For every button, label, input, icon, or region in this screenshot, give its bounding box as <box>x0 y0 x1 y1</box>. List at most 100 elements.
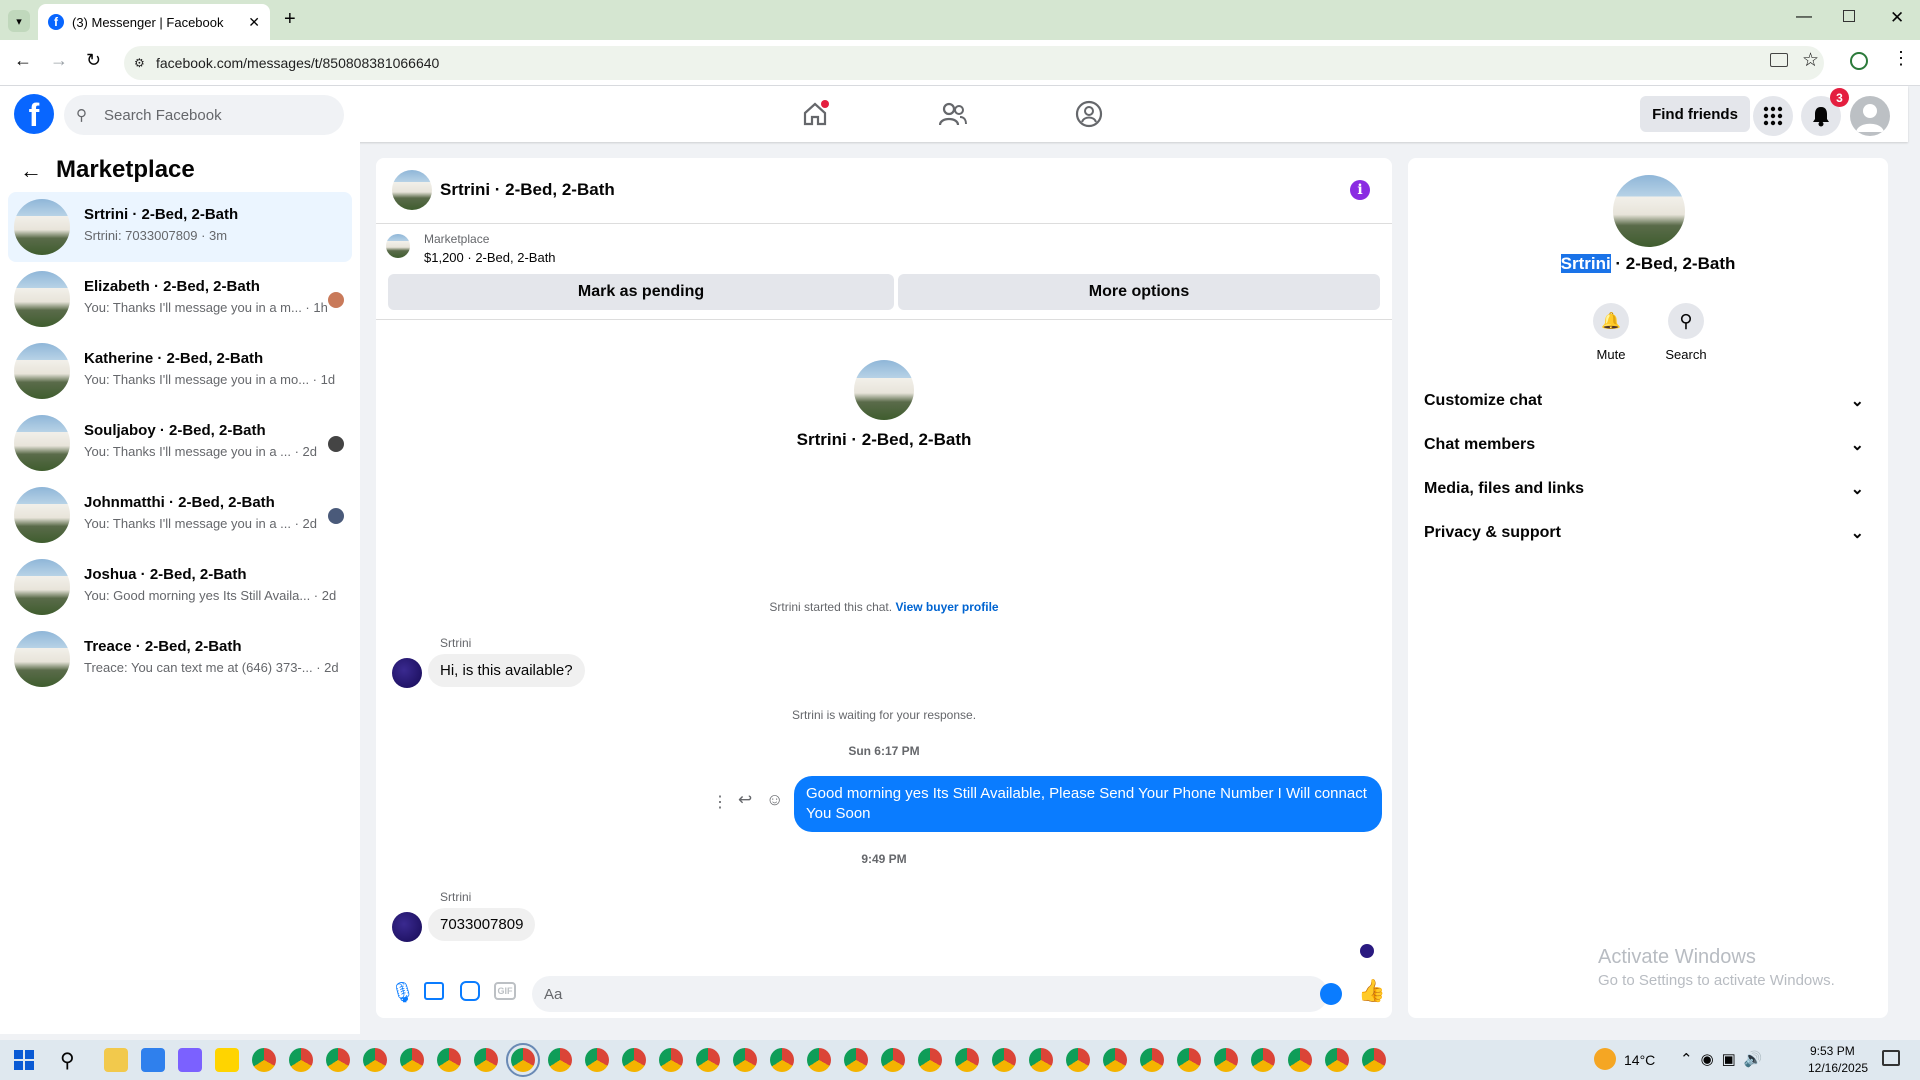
incoming-message[interactable]: Hi, is this available? <box>428 654 585 687</box>
chrome-taskbar-icon[interactable] <box>1177 1048 1201 1072</box>
chrome-taskbar-icon[interactable] <box>506 1043 540 1077</box>
chrome-taskbar-icon[interactable] <box>1029 1048 1053 1072</box>
bookmark-star-icon[interactable]: ☆ <box>1802 49 1819 72</box>
chrome-taskbar-icon[interactable] <box>1288 1048 1312 1072</box>
chrome-taskbar-icon[interactable] <box>1362 1048 1386 1072</box>
chrome-taskbar-icon[interactable] <box>585 1048 609 1072</box>
listing-detail[interactable]: $1,200 · 2-Bed, 2-Bath <box>424 250 556 265</box>
chrome-taskbar-icon[interactable] <box>844 1048 868 1072</box>
tab-close-icon[interactable]: ✕ <box>248 14 260 31</box>
conversation-avatar[interactable] <box>392 170 432 210</box>
sticker-icon[interactable] <box>460 981 480 1001</box>
browser-menu-icon[interactable]: ⋮ <box>1892 48 1910 69</box>
chat-list-item[interactable]: Katherine · 2-Bed, 2-Bath You: Thanks I'l… <box>8 336 352 406</box>
chrome-taskbar-icon[interactable] <box>992 1048 1016 1072</box>
url-field[interactable]: ⚙ facebook.com/messages/t/85080838106664… <box>124 46 1824 80</box>
chrome-taskbar-icon[interactable] <box>437 1048 461 1072</box>
site-info-icon[interactable]: ⚙ <box>134 56 145 70</box>
customize-chat-section[interactable]: Customize chat ⌄ <box>1424 386 1864 416</box>
taskbar-app-icon[interactable] <box>104 1048 128 1072</box>
chat-list-item[interactable]: Srtrini · 2-Bed, 2-Bath Srtrini: 70330078… <box>8 192 352 262</box>
profile-icon[interactable] <box>1850 52 1868 70</box>
gif-icon[interactable]: GIF <box>494 982 516 1000</box>
browser-tab-active[interactable]: f (3) Messenger | Facebook ✕ <box>38 4 270 40</box>
menu-grid-icon[interactable] <box>1753 96 1793 136</box>
mark-as-pending-button[interactable]: Mark as pending <box>388 274 894 310</box>
windows-start-icon[interactable] <box>14 1050 34 1070</box>
back-arrow-icon[interactable]: ← <box>20 158 42 184</box>
clock-date[interactable]: 12/16/2025 <box>1808 1061 1868 1075</box>
chat-list-item[interactable]: Joshua · 2-Bed, 2-Bath You: Good morning … <box>8 552 352 622</box>
more-message-actions-icon[interactable]: ⋮ <box>712 792 728 812</box>
find-friends-button[interactable]: Find friends <box>1640 96 1750 132</box>
chrome-taskbar-icon[interactable] <box>733 1048 757 1072</box>
chrome-taskbar-icon[interactable] <box>770 1048 794 1072</box>
chrome-taskbar-icon[interactable] <box>1103 1048 1127 1072</box>
chrome-taskbar-icon[interactable] <box>659 1048 683 1072</box>
chrome-taskbar-icon[interactable] <box>400 1048 424 1072</box>
thumbs-up-icon[interactable]: 👍 <box>1358 978 1385 1004</box>
chat-list-item[interactable]: Johnmatthi · 2-Bed, 2-Bath You: Thanks I'… <box>8 480 352 550</box>
microphone-icon[interactable]: 🎙 <box>390 980 415 1005</box>
sender-avatar[interactable] <box>392 658 422 688</box>
media-files-links-section[interactable]: Media, files and links ⌄ <box>1424 474 1864 504</box>
search-conversation-button[interactable]: ⚲ Search <box>1661 303 1711 362</box>
chrome-taskbar-icon[interactable] <box>696 1048 720 1072</box>
notification-center-icon[interactable] <box>1882 1050 1900 1066</box>
chrome-taskbar-icon[interactable] <box>1214 1048 1238 1072</box>
message-input[interactable]: Aa <box>532 976 1328 1012</box>
more-options-button[interactable]: More options <box>898 274 1380 310</box>
reload-icon[interactable]: ↻ <box>86 50 101 71</box>
outgoing-message[interactable]: Good morning yes Its Still Available, Pl… <box>794 776 1382 832</box>
react-icon[interactable]: ☺ <box>766 790 783 810</box>
chrome-taskbar-icon[interactable] <box>1140 1048 1164 1072</box>
facebook-search-input[interactable]: ⚲ Search Facebook <box>64 95 344 135</box>
system-tray-icons[interactable]: ⌃◉▣🔊 <box>1680 1050 1771 1068</box>
tab-list-dropdown-icon[interactable]: ▾ <box>8 10 30 32</box>
chrome-taskbar-icon[interactable] <box>955 1048 979 1072</box>
taskbar-app-icon[interactable] <box>141 1048 165 1072</box>
intro-avatar[interactable] <box>854 360 914 420</box>
notifications-bell-icon[interactable]: 3 <box>1801 88 1849 136</box>
groups-icon[interactable] <box>1069 94 1109 134</box>
chat-members-section[interactable]: Chat members ⌄ <box>1424 430 1864 460</box>
chrome-taskbar-icon[interactable] <box>1325 1048 1349 1072</box>
install-app-icon[interactable] <box>1770 53 1788 67</box>
info-icon[interactable]: i <box>1350 180 1370 200</box>
minimize-icon[interactable]: — <box>1796 8 1812 26</box>
weather-text[interactable]: 14°C <box>1624 1052 1655 1068</box>
conversation-title[interactable]: Srtrini · 2-Bed, 2-Bath <box>440 180 615 200</box>
chrome-taskbar-icon[interactable] <box>326 1048 350 1072</box>
chrome-taskbar-icon[interactable] <box>881 1048 905 1072</box>
chrome-taskbar-icon[interactable] <box>1066 1048 1090 1072</box>
taskbar-search-icon[interactable]: ⚲ <box>60 1048 75 1073</box>
chrome-taskbar-icon[interactable] <box>918 1048 942 1072</box>
chat-list-item[interactable]: Treace · 2-Bed, 2-Bath Treace: You can te… <box>8 624 352 694</box>
listing-thumbnail[interactable] <box>386 234 410 258</box>
emoji-icon[interactable] <box>1320 983 1342 1005</box>
forward-icon[interactable]: → <box>50 50 68 71</box>
reply-icon[interactable]: ↩ <box>738 790 752 810</box>
chrome-taskbar-icon[interactable] <box>252 1048 276 1072</box>
clock-time[interactable]: 9:53 PM <box>1810 1044 1855 1058</box>
sender-avatar-2[interactable] <box>392 912 422 942</box>
friends-icon[interactable] <box>933 94 973 134</box>
chrome-taskbar-icon[interactable] <box>548 1048 572 1072</box>
details-avatar[interactable] <box>1613 175 1685 247</box>
chat-list-item[interactable]: Souljaboy · 2-Bed, 2-Bath You: Thanks I'l… <box>8 408 352 478</box>
incoming-message-2[interactable]: 7033007809 <box>428 908 536 941</box>
account-avatar[interactable] <box>1850 96 1890 136</box>
chrome-taskbar-icon[interactable] <box>807 1048 831 1072</box>
photo-icon[interactable] <box>424 982 444 1000</box>
new-tab-icon[interactable]: + <box>284 8 296 31</box>
chrome-taskbar-icon[interactable] <box>1251 1048 1275 1072</box>
home-icon[interactable] <box>795 94 835 134</box>
facebook-logo-icon[interactable]: f <box>14 94 54 134</box>
chat-list-item[interactable]: Elizabeth · 2-Bed, 2-Bath You: Thanks I'l… <box>8 264 352 334</box>
chrome-taskbar-icon[interactable] <box>289 1048 313 1072</box>
chrome-taskbar-icon[interactable] <box>363 1048 387 1072</box>
taskbar-app-icon[interactable] <box>215 1048 239 1072</box>
privacy-support-section[interactable]: Privacy & support ⌄ <box>1424 518 1864 548</box>
view-buyer-profile-link[interactable]: View buyer profile <box>895 600 998 614</box>
chrome-taskbar-icon[interactable] <box>474 1048 498 1072</box>
